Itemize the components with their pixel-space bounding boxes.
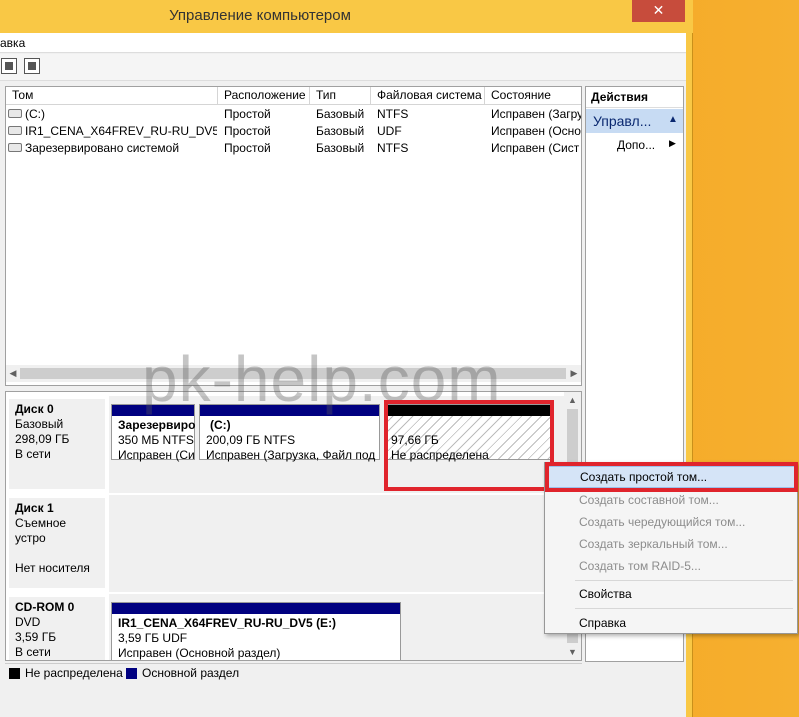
column-header-layout[interactable]: Расположение: [218, 87, 310, 105]
scroll-down-icon[interactable]: ▼: [564, 644, 581, 660]
disk-status: Нет носителя: [15, 561, 90, 575]
cdrom-0-label[interactable]: CD-ROM 0 DVD 3,59 ГБ В сети: [9, 597, 105, 660]
partition-name: Зарезервиро: [118, 418, 196, 432]
close-button[interactable]: ✕: [632, 0, 685, 22]
volume-name: IR1_CENA_X64FREV_RU-RU_DV5 (E:): [25, 124, 217, 138]
help-icon[interactable]: [24, 58, 40, 74]
disk-size: 298,09 ГБ: [15, 432, 70, 446]
disk-1-label[interactable]: Диск 1 Съемное устро Нет носителя: [9, 498, 105, 588]
disk-1-row: Диск 1 Съемное устро Нет носителя: [6, 495, 564, 592]
disk-size: 3,59 ГБ: [15, 630, 57, 644]
table-row[interactable]: IR1_CENA_X64FREV_RU-RU_DV5 (E:) Простой …: [6, 123, 581, 140]
properties-icon[interactable]: [1, 58, 17, 74]
disk-type: Базовый: [15, 417, 64, 431]
partition-status: Исправен (Основной раздел): [118, 646, 281, 660]
disk-type: DVD: [15, 615, 41, 629]
drive-icon: [8, 109, 22, 118]
disk-name: Диск 0: [15, 402, 54, 416]
legend: Не распределена Основной раздел: [5, 663, 582, 681]
menu-help[interactable]: авка: [0, 36, 25, 50]
partition-size: 200,09 ГБ NTFS: [206, 433, 296, 447]
menu-item-create-striped-volume[interactable]: Создать чередующийся том...: [547, 511, 795, 533]
menu-item-create-mirrored-volume[interactable]: Создать зеркальный том...: [547, 533, 795, 555]
partition-status: Исправен (Си: [118, 448, 195, 462]
menu-item-create-raid5-volume[interactable]: Создать том RAID-5...: [547, 555, 795, 577]
actions-group-disk-management[interactable]: Управл... ▲: [586, 109, 683, 133]
column-header-filesystem[interactable]: Файловая система: [371, 87, 485, 105]
disk-1-partitions: [109, 495, 564, 592]
actions-group-label: Управл...: [593, 113, 652, 129]
cdrom-0-row: CD-ROM 0 DVD 3,59 ГБ В сети IR1_CENA_X64…: [6, 594, 564, 660]
disk-status: В сети: [15, 447, 51, 461]
menu-item-properties[interactable]: Свойства: [547, 583, 795, 605]
scroll-right-icon[interactable]: ▶: [567, 365, 581, 382]
partition-dvd[interactable]: IR1_CENA_X64FREV_RU-RU_DV5 (E:) 3,59 ГБ …: [111, 602, 401, 660]
disk-status: В сети: [15, 645, 51, 659]
partition-name: (C:): [210, 418, 231, 432]
volume-filesystem: UDF: [377, 124, 402, 138]
legend-label-primary: Основной раздел: [142, 666, 240, 680]
volume-layout: Простой: [224, 141, 271, 155]
disk-name: Диск 1: [15, 501, 54, 515]
window-title: Управление компьютером: [169, 7, 351, 24]
actions-more[interactable]: Допо... ▶: [586, 135, 683, 155]
disk-name: CD-ROM 0: [15, 600, 75, 614]
table-row[interactable]: Зарезервировано системой Простой Базовый…: [6, 140, 581, 157]
volume-name: Зарезервировано системой: [25, 141, 180, 155]
volume-filesystem: NTFS: [377, 141, 409, 155]
volume-type: Базовый: [316, 141, 365, 155]
volume-list-header: Том Расположение Тип Файловая система Со…: [6, 87, 581, 105]
collapse-icon[interactable]: ▲: [668, 114, 678, 125]
legend-label-unallocated: Не распределена: [25, 666, 123, 680]
legend-swatch-primary: [126, 668, 137, 679]
volume-name: (C:): [25, 107, 45, 121]
scroll-up-icon[interactable]: ▲: [564, 392, 581, 408]
menu-item-create-spanned-volume[interactable]: Создать составной том...: [547, 489, 795, 511]
title-bar[interactable]: Управление компьютером ✕: [0, 0, 693, 33]
volume-layout: Простой: [224, 107, 271, 121]
volume-filesystem: NTFS: [377, 107, 409, 121]
menu-item-help[interactable]: Справка: [547, 612, 795, 634]
volume-status: Исправен (Сист: [491, 141, 580, 155]
drive-icon: [8, 143, 22, 152]
actions-more-label: Допо...: [617, 138, 656, 152]
partition-size: 350 МБ NTFS: [118, 433, 194, 447]
menu-separator: [575, 580, 793, 581]
disk-type: Съемное устро: [15, 516, 67, 545]
menu-bar: авка: [0, 33, 686, 53]
volume-type: Базовый: [316, 124, 365, 138]
highlight-frame-unallocated: [384, 400, 554, 491]
menu-separator: [575, 608, 793, 609]
volume-status: Исправен (Загру: [491, 107, 582, 121]
column-header-status[interactable]: Состояние: [485, 87, 581, 105]
volume-status: Исправен (Осно: [491, 124, 581, 138]
disk-0-label[interactable]: Диск 0 Базовый 298,09 ГБ В сети: [9, 399, 105, 489]
partition-name: IR1_CENA_X64FREV_RU-RU_DV5 (E:): [118, 616, 337, 630]
partition-size: 3,59 ГБ UDF: [118, 631, 188, 645]
scroll-left-icon[interactable]: ◀: [6, 365, 20, 382]
volume-layout: Простой: [224, 124, 271, 138]
column-header-type[interactable]: Тип: [310, 87, 371, 105]
volume-type: Базовый: [316, 107, 365, 121]
highlight-frame-create-simple-volume: [545, 462, 798, 492]
submenu-arrow-icon: ▶: [669, 138, 676, 148]
cdrom-0-partitions: IR1_CENA_X64FREV_RU-RU_DV5 (E:) 3,59 ГБ …: [109, 594, 564, 660]
actions-header: Действия: [586, 87, 683, 108]
partition-status: Исправен (Загрузка, Файл под: [206, 448, 376, 462]
partition-bar: [112, 603, 400, 614]
legend-swatch-unallocated: [9, 668, 20, 679]
column-header-volume[interactable]: Том: [6, 87, 218, 105]
dvd-drive-icon: [8, 126, 22, 135]
table-row[interactable]: (C:) Простой Базовый NTFS Исправен (Загр…: [6, 106, 582, 123]
volume-list: Том Расположение Тип Файловая система Со…: [5, 86, 582, 386]
toolbar: [0, 54, 686, 81]
